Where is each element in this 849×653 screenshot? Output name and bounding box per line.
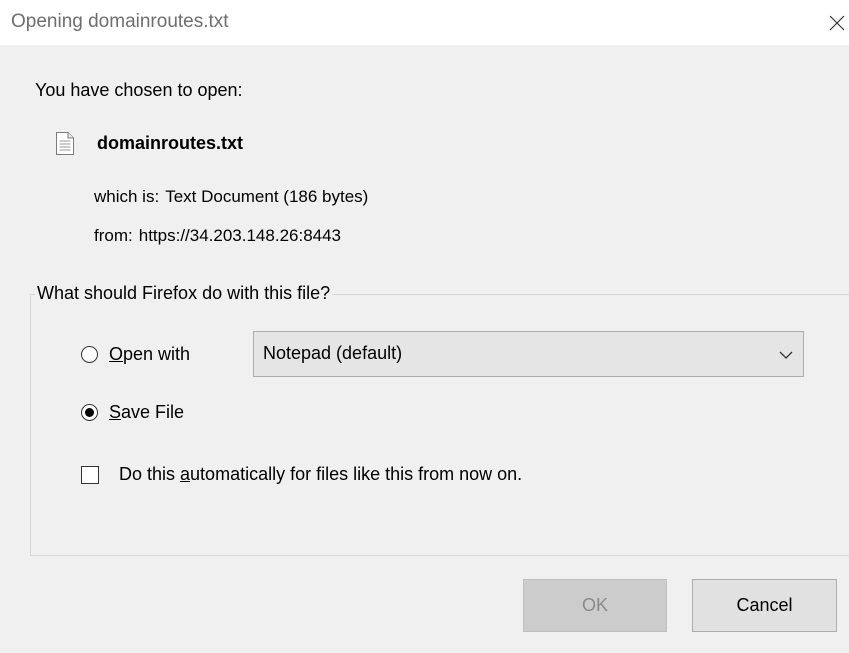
title-bar: Opening domainroutes.txt [0, 0, 849, 45]
intro-text: You have chosen to open: [35, 80, 243, 100]
auto-action-checkbox[interactable] [81, 466, 99, 484]
close-icon[interactable] [822, 8, 849, 38]
save-file-mnemonic: S [109, 402, 122, 422]
save-file-radio[interactable] [81, 404, 98, 421]
cancel-button[interactable]: Cancel [692, 579, 837, 632]
application-select-value: Notepad (default) [263, 343, 403, 363]
action-group-legend: What should Firefox do with this file? [35, 283, 333, 304]
download-dialog: Opening domainroutes.txt You have chosen… [0, 0, 849, 653]
auto-action-label[interactable]: Do this automatically for files like thi… [119, 464, 522, 485]
file-type-row: which is: Text Document (186 bytes) [94, 187, 368, 207]
application-select[interactable]: Notepad (default) [253, 331, 804, 377]
open-with-label-text: pen with [123, 344, 191, 364]
file-name: domainroutes.txt [97, 133, 244, 153]
ok-button[interactable]: OK [523, 579, 667, 632]
open-with-label[interactable]: Open with [109, 344, 190, 365]
radio-selected-dot [85, 408, 94, 417]
save-file-label[interactable]: Save File [109, 402, 184, 423]
file-type-label: which is: [94, 187, 160, 206]
save-file-label-text: ave File [121, 402, 185, 422]
file-source-row: from: https://34.203.148.26:8443 [94, 226, 341, 246]
auto-action-label-after: utomatically for files like this from no… [190, 464, 523, 484]
text-file-icon [55, 131, 75, 161]
file-source-value: https://34.203.148.26:8443 [138, 226, 342, 245]
open-with-radio[interactable] [81, 346, 98, 363]
open-with-mnemonic: O [109, 344, 124, 364]
auto-action-mnemonic: a [180, 464, 191, 484]
window-title: Opening domainroutes.txt [11, 11, 229, 32]
file-source-label: from: [94, 226, 133, 245]
file-type-value: Text Document (186 bytes) [165, 187, 369, 206]
chevron-down-icon [779, 347, 793, 365]
auto-action-label-before: Do this [119, 464, 181, 484]
